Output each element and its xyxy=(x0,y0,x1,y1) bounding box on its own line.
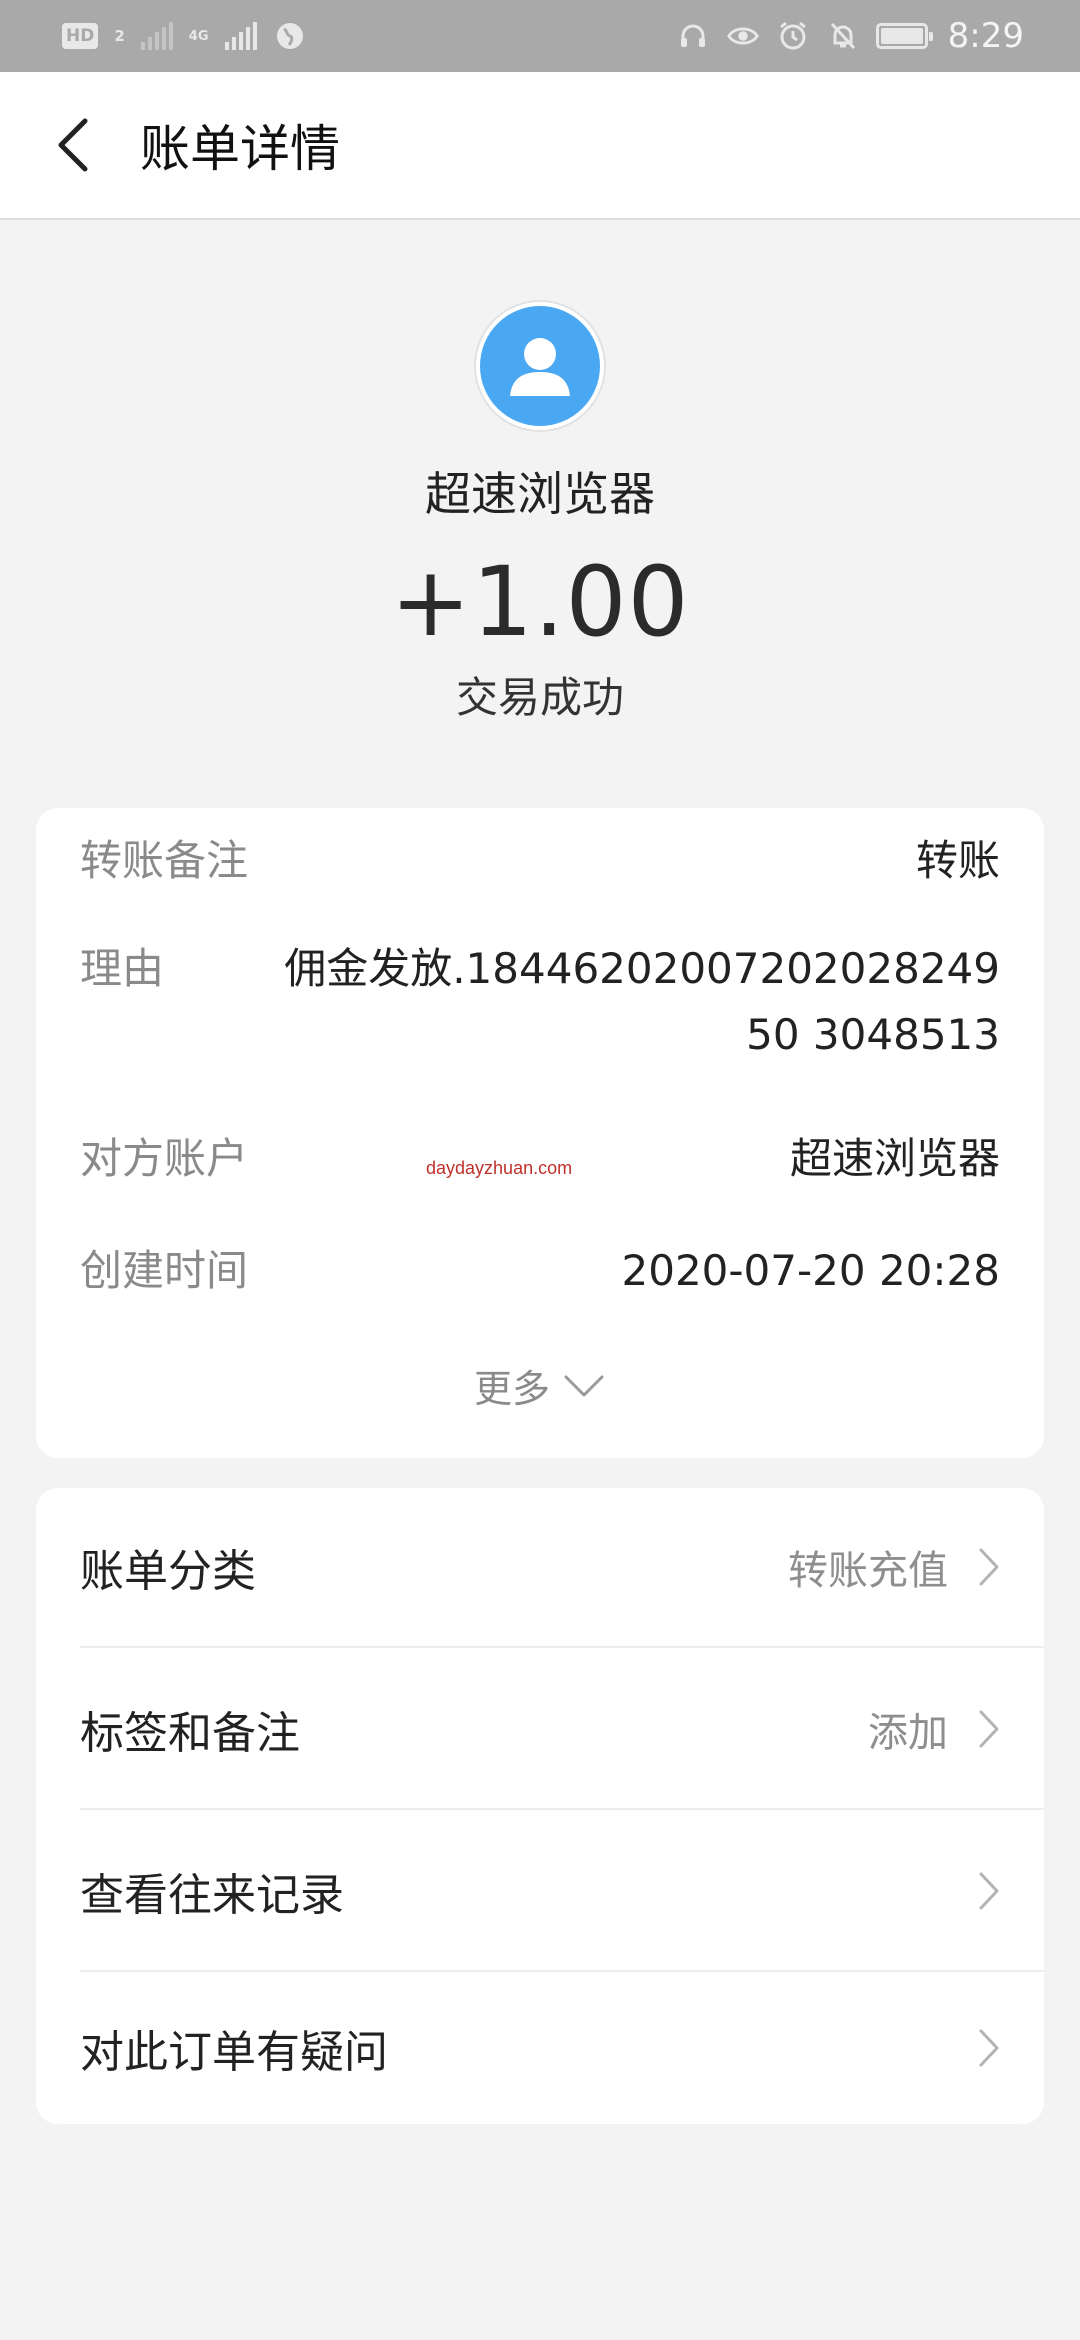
avatar[interactable] xyxy=(474,300,606,432)
watermark-text: daydayzhuan.com xyxy=(426,1158,573,1178)
detail-value: 2020-07-20 20:28 xyxy=(621,1246,1000,1295)
detail-row-created-time: 创建时间 2020-07-20 20:28 xyxy=(80,1238,1000,1304)
status-bar: HD 2 4G 8:29 xyxy=(0,0,1080,72)
menu-label: 账单分类 xyxy=(80,1546,256,1597)
battery-icon xyxy=(875,23,933,49)
signal-sim2-icon xyxy=(224,22,257,50)
more-button[interactable]: 更多 xyxy=(36,1358,1044,1413)
status-bar-left: HD 2 4G xyxy=(62,19,307,53)
user-icon xyxy=(510,338,570,396)
detail-value: 佣金发放.1844620200720202824950 3048513 xyxy=(284,944,1000,1059)
signal-sim1-icon xyxy=(140,22,173,50)
mute-bell-icon xyxy=(826,19,860,53)
back-arrow-icon xyxy=(58,118,88,172)
navigation-bar: 账单详情 xyxy=(0,72,1080,220)
menu-label: 对此订单有疑问 xyxy=(80,2027,388,2078)
back-button[interactable] xyxy=(28,100,118,190)
more-label: 更多 xyxy=(473,1367,550,1411)
transaction-details-card: 转账备注 转账 理由 佣金发放.1844620200720202824950 3… xyxy=(36,808,1044,1458)
eye-comfort-icon xyxy=(726,19,760,53)
menu-value: 添加 xyxy=(868,1710,948,1756)
hd-icon: HD xyxy=(62,23,99,49)
menu-item-order-question[interactable]: 对此订单有疑问 xyxy=(80,1968,1044,2128)
detail-value: 转账 xyxy=(915,836,1000,885)
detail-label: 理由 xyxy=(80,944,165,993)
menu-item-transaction-history[interactable]: 查看往来记录 xyxy=(80,1812,1044,1972)
detail-label: 对方账户 xyxy=(80,1134,249,1183)
transaction-amount: +1.00 xyxy=(390,546,690,658)
counterparty-name: 超速浏览器 xyxy=(425,467,655,521)
menu-label: 查看往来记录 xyxy=(80,1870,344,1921)
detail-value: 超速浏览器 xyxy=(789,1134,1000,1183)
menu-value: 转账充值 xyxy=(788,1548,948,1594)
transaction-header: 超速浏览器 +1.00 交易成功 xyxy=(0,300,1080,725)
detail-label: 转账备注 xyxy=(80,836,249,885)
chevron-right-icon xyxy=(979,1548,999,1586)
menu-label: 标签和备注 xyxy=(80,1708,300,1759)
chevron-right-icon xyxy=(979,2029,999,2067)
menu-item-bill-category[interactable]: 账单分类 转账充值 xyxy=(80,1488,1044,1648)
sim-slot-label: 2 xyxy=(114,27,125,45)
browser-globe-icon xyxy=(273,19,307,53)
transaction-status: 交易成功 xyxy=(455,673,624,722)
detail-label: 创建时间 xyxy=(80,1246,249,1295)
clock: 8:29 xyxy=(947,16,1024,56)
chevron-down-icon xyxy=(564,1375,604,1396)
status-bar-right: 8:29 xyxy=(676,16,1024,56)
chevron-right-icon xyxy=(979,1710,999,1748)
page-title: 账单详情 xyxy=(140,120,340,178)
network-type-label: 4G xyxy=(188,28,209,44)
detail-row-reason: 理由 佣金发放.1844620200720202824950 3048513 xyxy=(80,936,1000,1068)
chevron-right-icon xyxy=(979,1872,999,1910)
detail-row-remark: 转账备注 转账 xyxy=(80,828,1000,894)
alarm-icon xyxy=(776,19,810,53)
headphones-icon xyxy=(676,19,710,53)
menu-item-tags-notes[interactable]: 标签和备注 添加 xyxy=(80,1650,1044,1810)
actions-card: 账单分类 转账充值 标签和备注 添加 查看往来记录 对此订单有疑问 xyxy=(36,1488,1044,2124)
